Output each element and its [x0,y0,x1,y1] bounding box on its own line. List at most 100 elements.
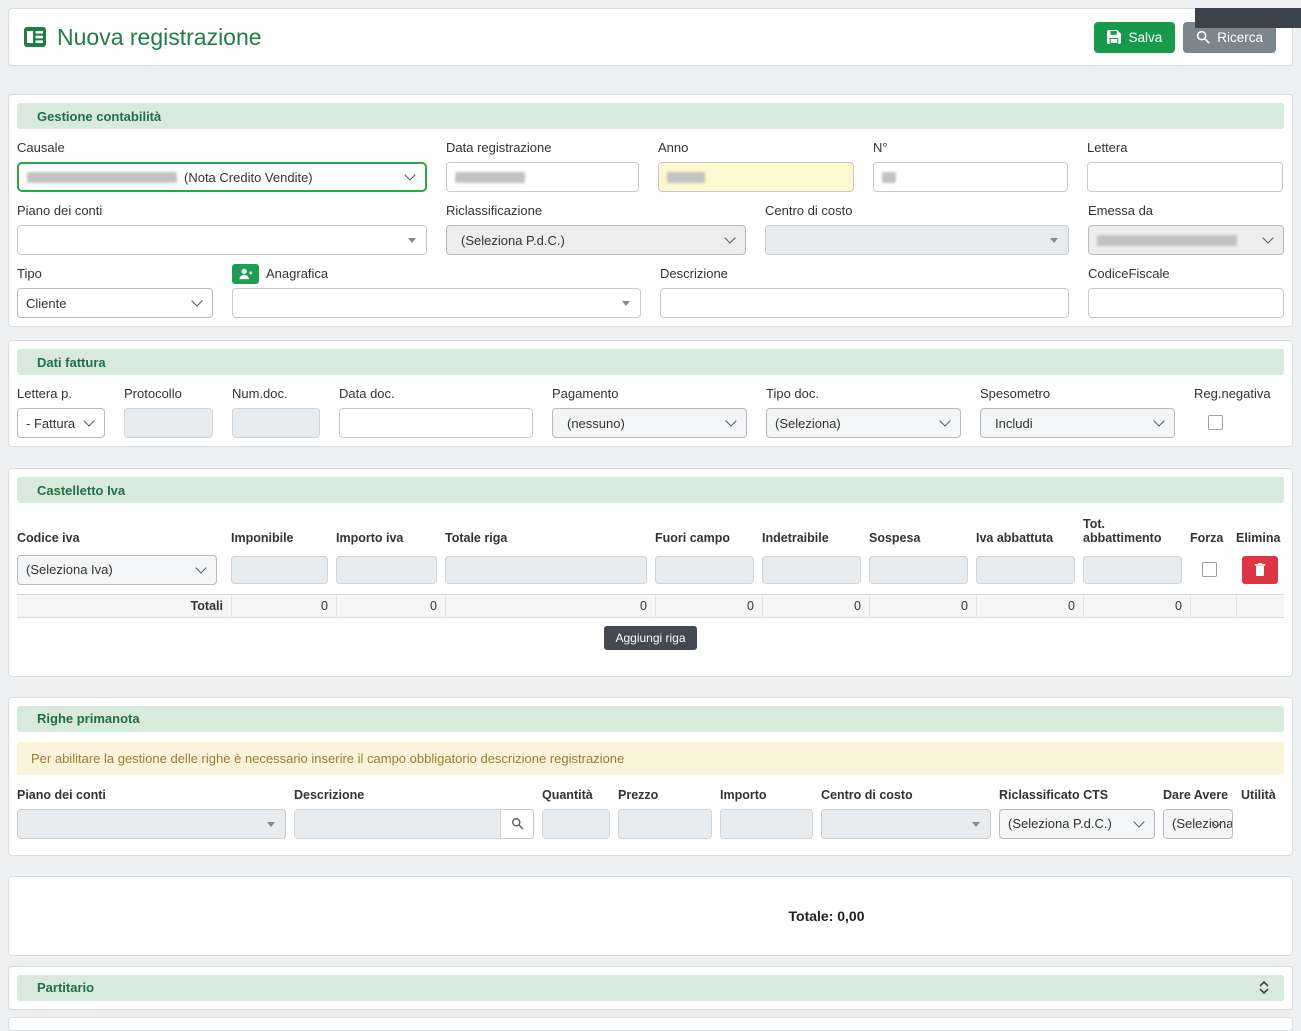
utilita-label: Utilità [1241,785,1284,805]
descrizione-input[interactable] [660,288,1069,318]
lettera-input[interactable] [1087,162,1283,192]
save-button[interactable]: Salva [1094,22,1175,53]
tipo-doc-label: Tipo doc. [766,384,961,404]
piano-dei-conti-select[interactable] [17,225,427,255]
righe-descrizione-label: Descrizione [294,785,534,805]
centro-di-costo-select [765,225,1069,255]
anno-label: Anno [658,138,854,158]
field-importo: Importo [720,785,813,839]
delete-row-button[interactable] [1242,556,1278,584]
righe-centro-di-costo-label: Centro di costo [821,785,991,805]
reg-negativa-label: Reg.negativa [1194,384,1283,404]
data-doc-input[interactable] [339,408,533,438]
righe-centro-di-costo-select [821,809,991,839]
field-codice-fiscale: CodiceFiscale [1088,264,1284,318]
iva-row-forza-cell [1190,552,1236,588]
piano-dei-conti-label: Piano dei conti [17,201,427,221]
field-lettera: Lettera [1087,138,1283,192]
iva-row-totale-riga-cell [445,552,655,588]
field-riclassificazione: Riclassificazione (Seleziona P.d.C.) [446,201,746,255]
section-gestione-contabilita: Gestione contabilità Causale (Nota Credi… [8,94,1293,327]
section-dati-fattura: Dati fattura Lettera p. - Fattura Protoc… [8,340,1293,447]
anno-input[interactable] [658,162,854,192]
anagrafica-add-button[interactable] [232,264,259,284]
pagamento-value: (nessuno) [567,416,625,431]
numero-input[interactable] [873,162,1068,192]
castelletto-header-row: Codice iva Imponibile Importo iva Totale… [17,513,1284,552]
gestione-section-title: Gestione contabilità [37,109,161,124]
pagamento-label: Pagamento [552,384,747,404]
field-quantita: Quantità [542,785,610,839]
person-add-icon [238,268,253,280]
field-utilita: Utilità [1241,785,1284,839]
data-doc-label: Data doc. [339,384,533,404]
totale-riga-input [445,556,647,584]
num-doc-input [232,408,320,438]
col-sospesa: Sospesa [869,527,976,551]
col-fuori-campo: Fuori campo [655,527,762,551]
page-title: Nuova registrazione [23,24,262,51]
spesometro-select[interactable]: Includi [980,408,1175,438]
emessa-da-select[interactable] [1088,225,1284,255]
dare-avere-select[interactable]: (Seleziona) [1163,809,1233,839]
pagamento-select[interactable]: (nessuno) [552,408,747,438]
lettera-p-select[interactable]: - Fattura [17,408,105,438]
riclassificazione-select[interactable]: (Seleziona P.d.C.) [446,225,746,255]
dare-avere-label: Dare Avere [1163,785,1233,805]
gestione-row-1: Causale (Nota Credito Vendite) Data regi… [17,138,1284,192]
total-indetraibile: 0 [762,595,869,617]
field-dare-avere: Dare Avere (Seleziona) [1163,785,1233,839]
importo-iva-input [336,556,437,584]
journal-icon [23,25,47,49]
importo-input [720,809,813,839]
col-totale-riga: Totale riga [445,527,655,551]
bottom-empty-strip [8,1017,1293,1031]
anagrafica-select[interactable] [232,288,641,318]
tipo-doc-select[interactable]: (Seleziona) [766,408,961,438]
importo-label: Importo [720,785,813,805]
section-totale: Totale: 0,00 [8,876,1293,956]
codice-fiscale-label: CodiceFiscale [1088,264,1284,284]
data-registrazione-label: Data registrazione [446,138,639,158]
col-imponibile: Imponibile [231,527,336,551]
col-indetraibile: Indetraibile [762,527,869,551]
field-numero: N° [873,138,1068,192]
partitario-header[interactable]: Partitario [17,975,1284,1001]
iva-row-iva-abbattuta-cell [976,552,1083,588]
totals-label: Totali [17,595,231,617]
section-partitario: Partitario [8,966,1293,1010]
causale-select[interactable]: (Nota Credito Vendite) [17,162,427,192]
tot-abbattimento-input [1083,556,1182,584]
codice-iva-select[interactable]: (Seleziona Iva) [17,555,217,585]
redacted-text [882,172,896,183]
data-registrazione-input[interactable] [446,162,639,192]
add-row-button[interactable]: Aggiungi riga [604,626,696,650]
redacted-text [27,172,177,183]
codice-fiscale-input[interactable] [1088,288,1284,318]
field-spesometro: Spesometro Includi [980,384,1175,438]
lettera-p-label: Lettera p. [17,384,105,404]
field-descrizione: Descrizione [660,264,1069,318]
page-title-text: Nuova registrazione [57,24,262,51]
tipo-select[interactable]: Cliente [17,288,213,318]
righe-descrizione-search-button[interactable] [501,809,534,839]
riclassificato-cts-select[interactable]: (Seleziona P.d.C.) [999,809,1155,839]
castelletto-section-title: Castelletto Iva [37,483,125,498]
forza-checkbox[interactable] [1202,562,1217,577]
total-tot-abbattimento: 0 [1083,595,1190,617]
field-data-registrazione: Data registrazione [446,138,639,192]
iva-row-indetraibile-cell [762,552,869,588]
section-righe-primanota: Righe primanota Per abilitare la gestion… [8,697,1293,856]
col-elimina: Elimina [1236,527,1284,551]
total-elimina-empty [1236,595,1284,617]
numero-label: N° [873,138,1068,158]
quantita-input [542,809,610,839]
redacted-text [455,172,525,183]
protocollo-label: Protocollo [124,384,213,404]
causale-value: (Nota Credito Vendite) [184,170,313,185]
reg-negativa-checkbox[interactable] [1208,415,1223,430]
field-pagamento: Pagamento (nessuno) [552,384,747,438]
sospesa-input [869,556,968,584]
magnifier-icon [1196,30,1210,44]
dark-corner-strip [1195,8,1301,28]
